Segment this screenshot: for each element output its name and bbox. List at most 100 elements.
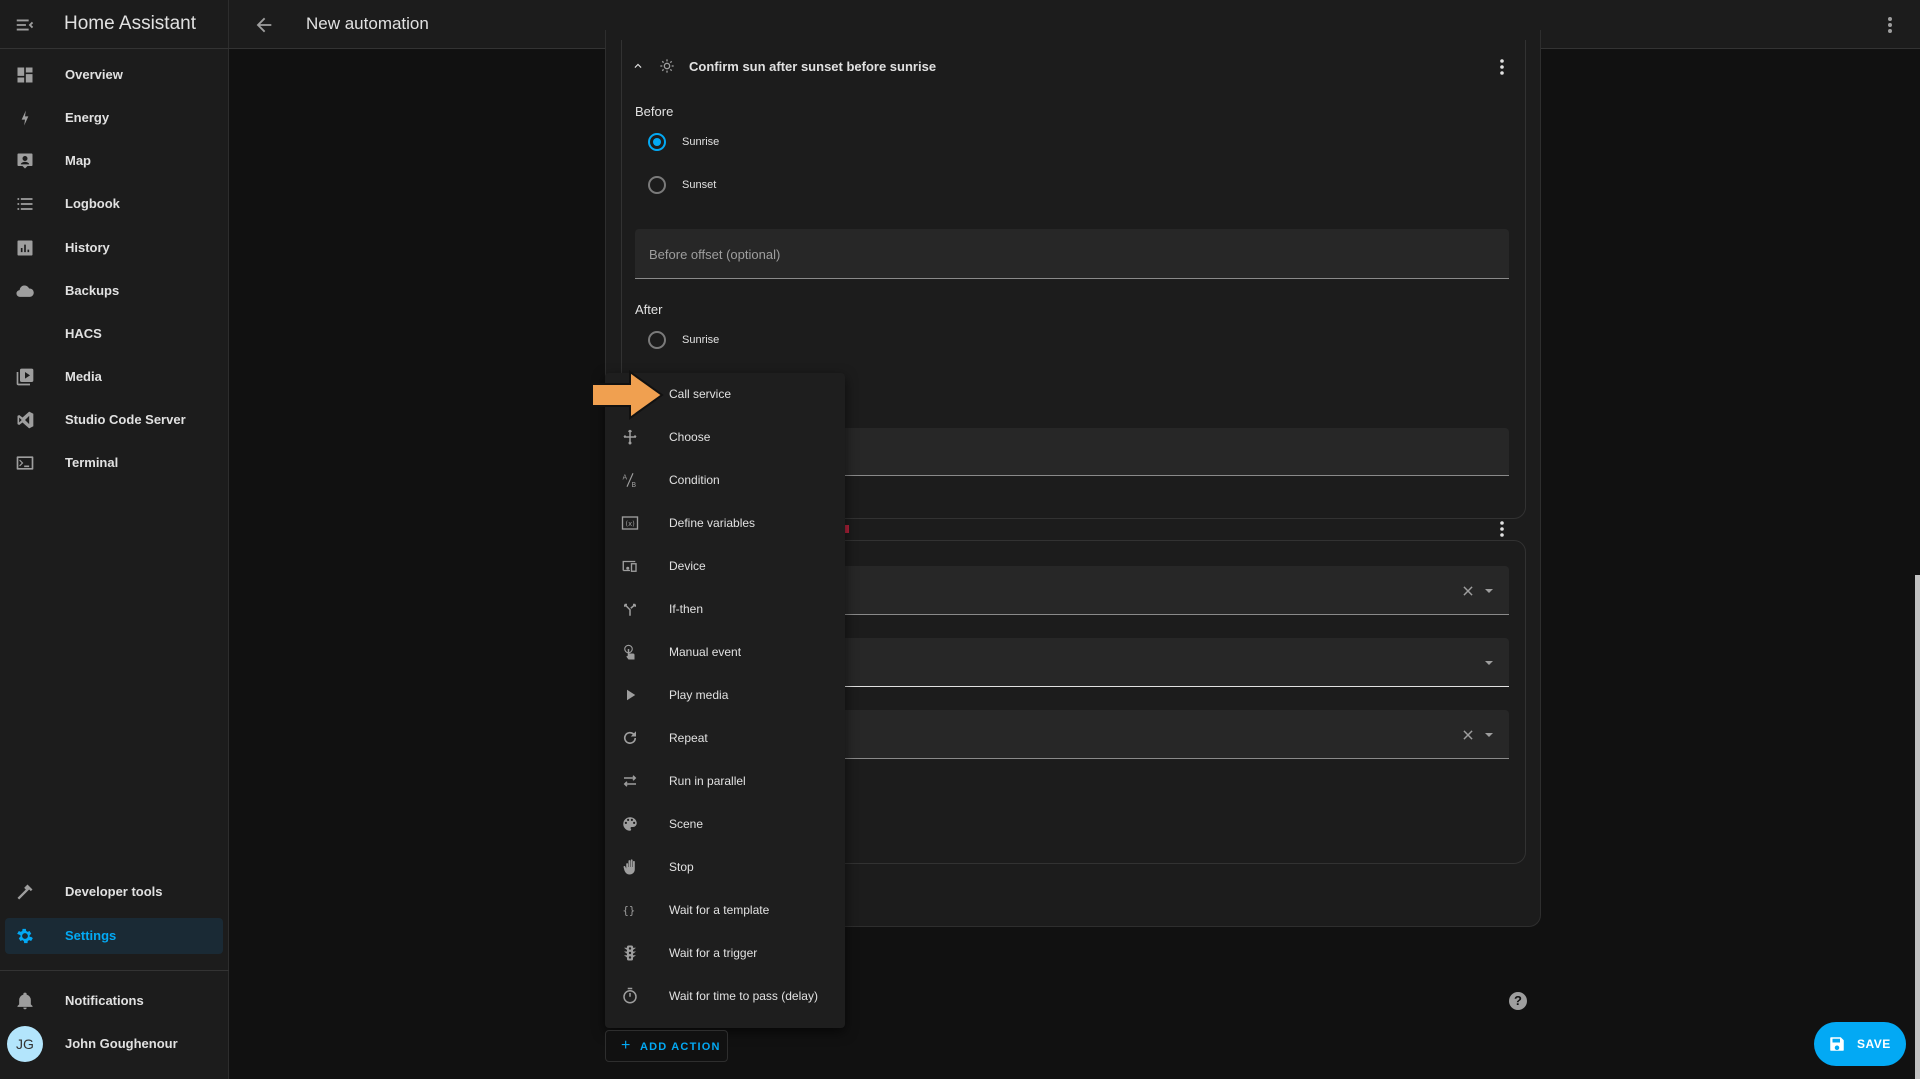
sidebar-item-media[interactable]: Media — [5, 359, 223, 395]
svg-text:(x): (x) — [626, 520, 636, 528]
before-label: Before — [635, 104, 674, 119]
save-label: SAVE — [1857, 1037, 1891, 1051]
menu-item-stop[interactable]: Stop — [605, 846, 845, 889]
menu-item-condition[interactable]: AB Condition — [605, 459, 845, 502]
radio-label: Sunset — [682, 179, 717, 191]
sidebar-item-label: History — [65, 240, 110, 255]
more-vert-icon[interactable] — [1498, 57, 1506, 77]
clear-icon[interactable] — [1461, 584, 1475, 598]
sidebar-item-label: HACS — [65, 326, 102, 341]
dropdown-arrow-icon[interactable] — [1483, 730, 1495, 740]
sidebar-item-label: Overview — [65, 67, 123, 82]
traffic-light-icon — [624, 945, 636, 961]
menu-item-label: Wait for time to pass (delay) — [669, 989, 818, 1003]
arrow-decision-icon — [623, 429, 637, 445]
avatar[interactable]: JG — [7, 1026, 43, 1062]
bell-icon — [17, 992, 33, 1010]
console-icon — [16, 456, 34, 470]
chevron-up-icon[interactable] — [631, 59, 645, 73]
menu-item-label: Wait for a template — [669, 903, 770, 917]
menu-item-label: Scene — [669, 817, 704, 831]
menu-item-label: Call service — [669, 387, 732, 401]
menu-item-device[interactable]: Device — [605, 545, 845, 588]
sidebar-item-history[interactable]: History — [5, 230, 223, 266]
menu-item-repeat[interactable]: Repeat — [605, 717, 845, 760]
sidebar: Home Assistant Overview Energy Map Logbo… — [0, 0, 229, 1079]
sidebar-item-terminal[interactable]: Terminal — [5, 445, 223, 481]
page-title: New automation — [306, 14, 429, 33]
before-sunset-radio[interactable] — [648, 176, 666, 194]
sidebar-item-notifications[interactable]: Notifications — [5, 983, 223, 1019]
clear-icon[interactable] — [1461, 728, 1475, 742]
code-braces-icon: {} — [623, 905, 636, 917]
sidebar-item-label: Notifications — [65, 993, 144, 1008]
plus-icon: + — [621, 1037, 631, 1054]
menu-item-manual-event[interactable]: Manual event — [605, 631, 845, 674]
palette-icon — [623, 817, 637, 831]
menu-item-run-in-parallel[interactable]: Run in parallel — [605, 760, 845, 803]
menu-item-label: Condition — [669, 473, 720, 487]
menu-item-choose[interactable]: Choose — [605, 416, 845, 459]
sidebar-item-user[interactable]: John Goughenour — [44, 1026, 224, 1062]
menu-item-label: Define variables — [669, 516, 756, 530]
more-vert-icon[interactable] — [1498, 519, 1506, 539]
error-indicator — [845, 525, 849, 533]
scrollbar[interactable] — [1915, 575, 1920, 1079]
sidebar-item-map[interactable]: Map — [5, 143, 223, 179]
format-list-bulleted-icon — [17, 198, 33, 210]
dropdown-arrow-icon[interactable] — [1483, 586, 1495, 596]
sidebar-item-energy[interactable]: Energy — [5, 100, 223, 136]
svg-text:{}: {} — [623, 905, 636, 917]
menu-item-wait-for-a-trigger[interactable]: Wait for a trigger — [605, 932, 845, 975]
variable-box-icon: (x) — [621, 516, 639, 530]
refresh-icon — [623, 731, 637, 744]
svg-text:A: A — [623, 473, 628, 481]
dropdown-arrow-icon[interactable] — [1483, 658, 1495, 668]
save-button[interactable]: SAVE — [1814, 1022, 1906, 1066]
sidebar-item-label: Logbook — [65, 196, 120, 211]
more-vert-icon[interactable] — [1885, 14, 1895, 36]
cloud-icon — [16, 285, 34, 297]
devices-icon — [622, 560, 637, 572]
menu-item-wait-for-a-template[interactable]: {} Wait for a template — [605, 889, 845, 932]
menu-item-wait-for-time-to-pass[interactable]: Wait for time to pass (delay) — [605, 975, 845, 1018]
condition-title: Confirm sun after sunset before sunrise — [689, 59, 937, 74]
menu-item-scene[interactable]: Scene — [605, 803, 845, 846]
menu-collapse-icon[interactable] — [14, 14, 36, 36]
sidebar-item-hacs[interactable]: HACS — [5, 316, 223, 352]
sidebar-item-logbook[interactable]: Logbook — [5, 186, 223, 222]
sidebar-item-label: Energy — [65, 110, 110, 125]
sidebar-item-label: Studio Code Server — [65, 412, 186, 427]
menu-item-play-media[interactable]: Play media — [605, 674, 845, 717]
cog-icon — [17, 928, 33, 944]
sidebar-item-overview[interactable]: Overview — [5, 57, 223, 93]
before-offset-field[interactable]: Before offset (optional) — [635, 229, 1509, 279]
sidebar-item-label: Terminal — [65, 455, 119, 470]
sidebar-item-developer-tools[interactable]: Developer tools — [5, 874, 223, 910]
after-sunrise-radio[interactable] — [648, 331, 666, 349]
menu-item-label: Manual event — [669, 645, 742, 659]
before-sunrise-radio[interactable] — [648, 133, 666, 151]
menu-item-label: If-then — [669, 602, 704, 616]
menu-item-label: Stop — [669, 860, 694, 874]
sidebar-item-label: Settings — [65, 928, 117, 943]
sidebar-item-studio-code-server[interactable]: Studio Code Server — [5, 402, 223, 438]
lightning-bolt-icon — [21, 110, 29, 126]
sidebar-header: Home Assistant — [0, 0, 229, 49]
sidebar-divider — [0, 970, 229, 971]
chart-box-icon — [17, 240, 33, 256]
menu-item-if-then[interactable]: If-then — [605, 588, 845, 631]
arrow-left-icon[interactable] — [253, 14, 275, 36]
view-dashboard-icon — [17, 67, 33, 83]
content-save-icon — [1830, 1037, 1844, 1051]
help-icon[interactable]: ? — [1509, 992, 1527, 1010]
add-action-button[interactable]: + ADD ACTION — [605, 1030, 728, 1062]
sidebar-item-settings[interactable]: Settings — [5, 918, 223, 954]
play-box-multiple-icon — [16, 368, 34, 386]
sidebar-item-backups[interactable]: Backups — [5, 273, 223, 309]
menu-item-define-variables[interactable]: (x) Define variables — [605, 502, 845, 545]
timer-outline-icon — [623, 987, 637, 1004]
hammer-icon — [17, 884, 33, 900]
menu-item-label: Run in parallel — [669, 774, 746, 788]
add-action-label: ADD ACTION — [640, 1041, 721, 1053]
